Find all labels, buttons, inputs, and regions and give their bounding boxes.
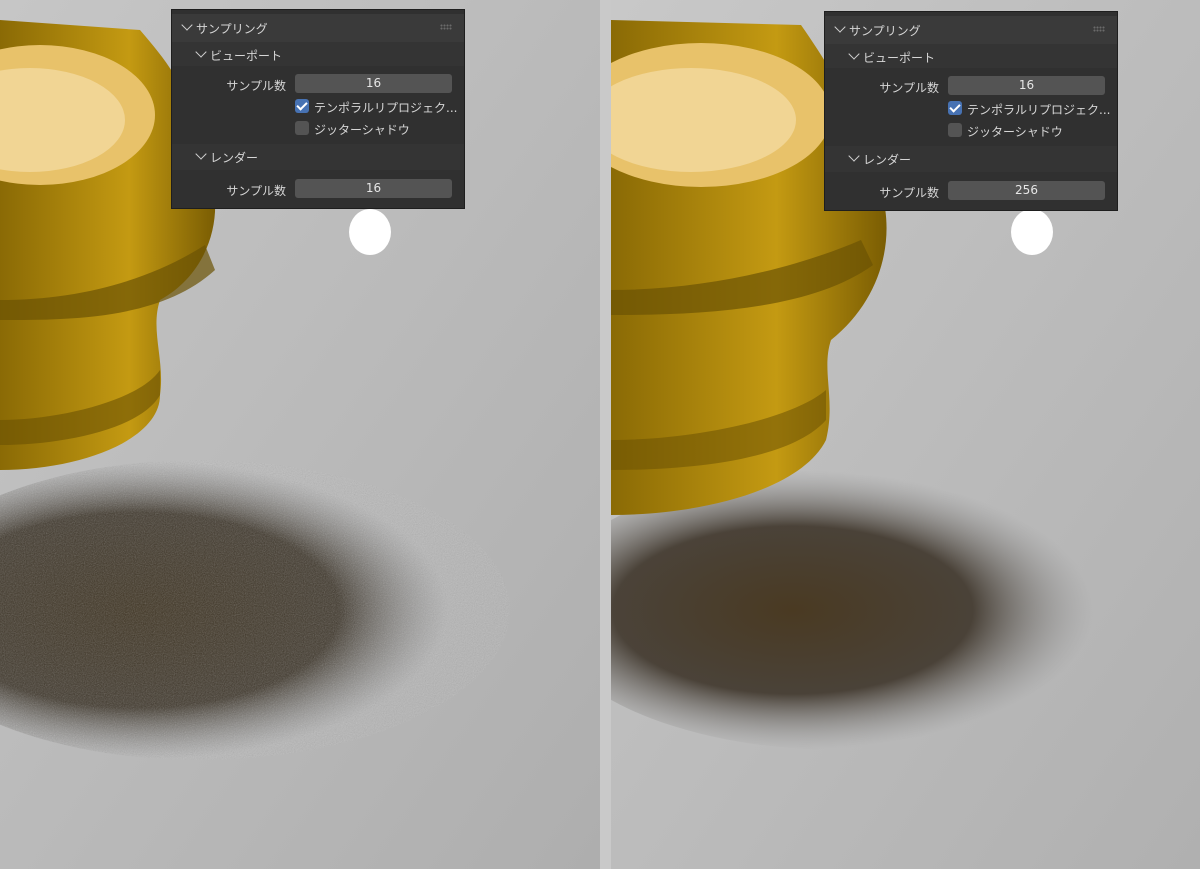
sampling-panel-right: サンプリング ビューポート サンプル数 16 テンポラルリプロジェク... ジッ… — [825, 12, 1117, 210]
temporal-reprojection-label: テンポラルリプロジェク... — [967, 103, 1111, 117]
chevron-down-icon — [848, 150, 860, 162]
viewport-samples-label: サンプル数 — [226, 79, 286, 93]
sampling-panel-left: サンプリング ビューポート サンプル数 16 テンポラルリプロジェク... ジッ… — [172, 10, 464, 208]
drag-grip-icon[interactable] — [1093, 26, 1105, 32]
render-samples-row: サンプル数 256 — [825, 180, 1117, 202]
temporal-reprojection-checkbox[interactable] — [295, 99, 309, 113]
jitter-shadow-label: ジッターシャドウ — [967, 125, 1063, 139]
sampling-title: サンプリング — [849, 24, 921, 38]
chevron-down-icon — [195, 46, 207, 58]
sampling-header[interactable]: サンプリング — [825, 16, 1117, 44]
sampling-header[interactable]: サンプリング — [172, 14, 464, 42]
viewport-header[interactable]: ビューポート — [825, 44, 1117, 68]
render-preview-right: サンプリング ビューポート サンプル数 16 テンポラルリプロジェク... ジッ… — [611, 0, 1200, 869]
viewport-samples-row: サンプル数 16 — [825, 75, 1117, 97]
drag-grip-icon[interactable] — [440, 24, 452, 30]
render-samples-label: サンプル数 — [226, 184, 286, 198]
render-preview-left: サンプリング ビューポート サンプル数 16 テンポラルリプロジェク... ジッ… — [0, 0, 600, 869]
viewport-title: ビューポート — [210, 49, 283, 63]
temporal-reprojection-label: テンポラルリプロジェク... — [314, 101, 458, 115]
viewport-samples-field[interactable]: 16 — [295, 74, 452, 93]
viewport-samples-row: サンプル数 16 — [172, 73, 464, 95]
viewport-title: ビューポート — [863, 51, 936, 65]
temporal-reprojection-row: テンポラルリプロジェク... — [172, 96, 464, 116]
chevron-down-icon — [195, 148, 207, 160]
render-samples-field[interactable]: 16 — [295, 179, 452, 198]
jitter-shadow-row: ジッターシャドウ — [825, 120, 1117, 140]
render-header[interactable]: レンダー — [172, 144, 464, 170]
viewport-samples-field[interactable]: 16 — [948, 76, 1105, 95]
jitter-shadow-label: ジッターシャドウ — [314, 123, 410, 137]
chevron-down-icon — [848, 48, 860, 60]
render-title: レンダー — [863, 153, 912, 167]
chevron-down-icon — [834, 21, 846, 33]
temporal-reprojection-checkbox[interactable] — [948, 101, 962, 115]
temporal-reprojection-row: テンポラルリプロジェク... — [825, 98, 1117, 118]
render-title: レンダー — [210, 151, 259, 165]
chevron-down-icon — [181, 19, 193, 31]
sampling-title: サンプリング — [196, 22, 268, 36]
render-samples-row: サンプル数 16 — [172, 178, 464, 200]
jitter-shadow-checkbox[interactable] — [948, 123, 962, 137]
render-samples-field[interactable]: 256 — [948, 181, 1105, 200]
viewport-header[interactable]: ビューポート — [172, 42, 464, 66]
jitter-shadow-checkbox[interactable] — [295, 121, 309, 135]
render-samples-label: サンプル数 — [879, 186, 939, 200]
jitter-shadow-row: ジッターシャドウ — [172, 118, 464, 138]
render-header[interactable]: レンダー — [825, 146, 1117, 172]
viewport-samples-label: サンプル数 — [879, 81, 939, 95]
split-divider — [600, 0, 611, 869]
